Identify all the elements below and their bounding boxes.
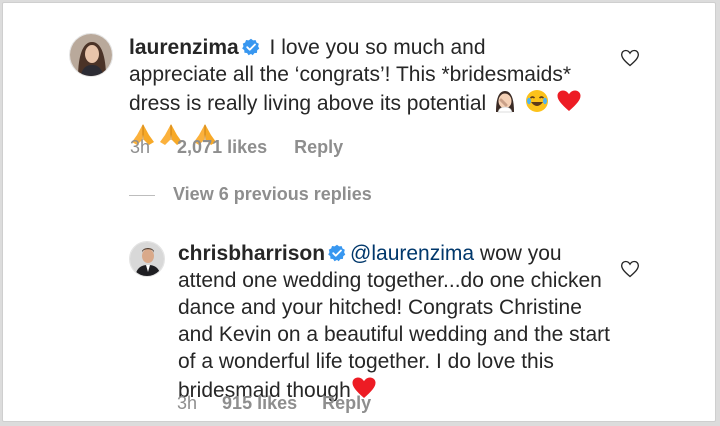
comment-text: chrisbharrison @laurenzima wow you attend… xyxy=(178,240,618,408)
profile-photo-icon xyxy=(130,242,164,276)
comment-text: laurenzima I love you so much and apprec… xyxy=(129,34,589,154)
comment-body: wow you attend one wedding together...do… xyxy=(178,242,610,402)
profile-photo-icon xyxy=(70,34,112,76)
likes-count[interactable]: 2,071 likes xyxy=(177,137,267,158)
like-heart-icon[interactable] xyxy=(620,259,640,279)
likes-count[interactable]: 915 likes xyxy=(222,393,297,414)
username-chrisbharrison[interactable]: chrisbharrison xyxy=(178,242,325,265)
woman-facepalming-icon xyxy=(492,88,518,121)
username-laurenzima[interactable]: laurenzima xyxy=(129,36,239,59)
avatar-laurenzima[interactable] xyxy=(69,33,113,77)
mention-link[interactable]: @laurenzima xyxy=(350,242,474,265)
avatar-chrisbharrison[interactable] xyxy=(129,241,165,277)
comments-panel: laurenzima I love you so much and apprec… xyxy=(2,2,716,422)
divider-line xyxy=(129,194,155,196)
joy-icon xyxy=(524,88,550,121)
comment-meta: 3h 915 likes Reply xyxy=(177,393,371,414)
reply-button[interactable]: Reply xyxy=(322,393,371,414)
comment-time: 3h xyxy=(177,393,198,413)
view-replies-label: View 6 previous replies xyxy=(173,184,372,204)
verified-badge-icon xyxy=(241,38,259,56)
comment-meta: 3h 2,071 likes Reply xyxy=(130,137,343,158)
comment-time: 3h xyxy=(130,137,151,157)
red-heart-icon xyxy=(556,88,582,121)
like-heart-icon[interactable] xyxy=(620,48,640,68)
view-previous-replies-button[interactable]: View 6 previous replies xyxy=(129,184,372,205)
verified-badge-icon xyxy=(328,244,346,262)
reply-button[interactable]: Reply xyxy=(294,137,343,158)
